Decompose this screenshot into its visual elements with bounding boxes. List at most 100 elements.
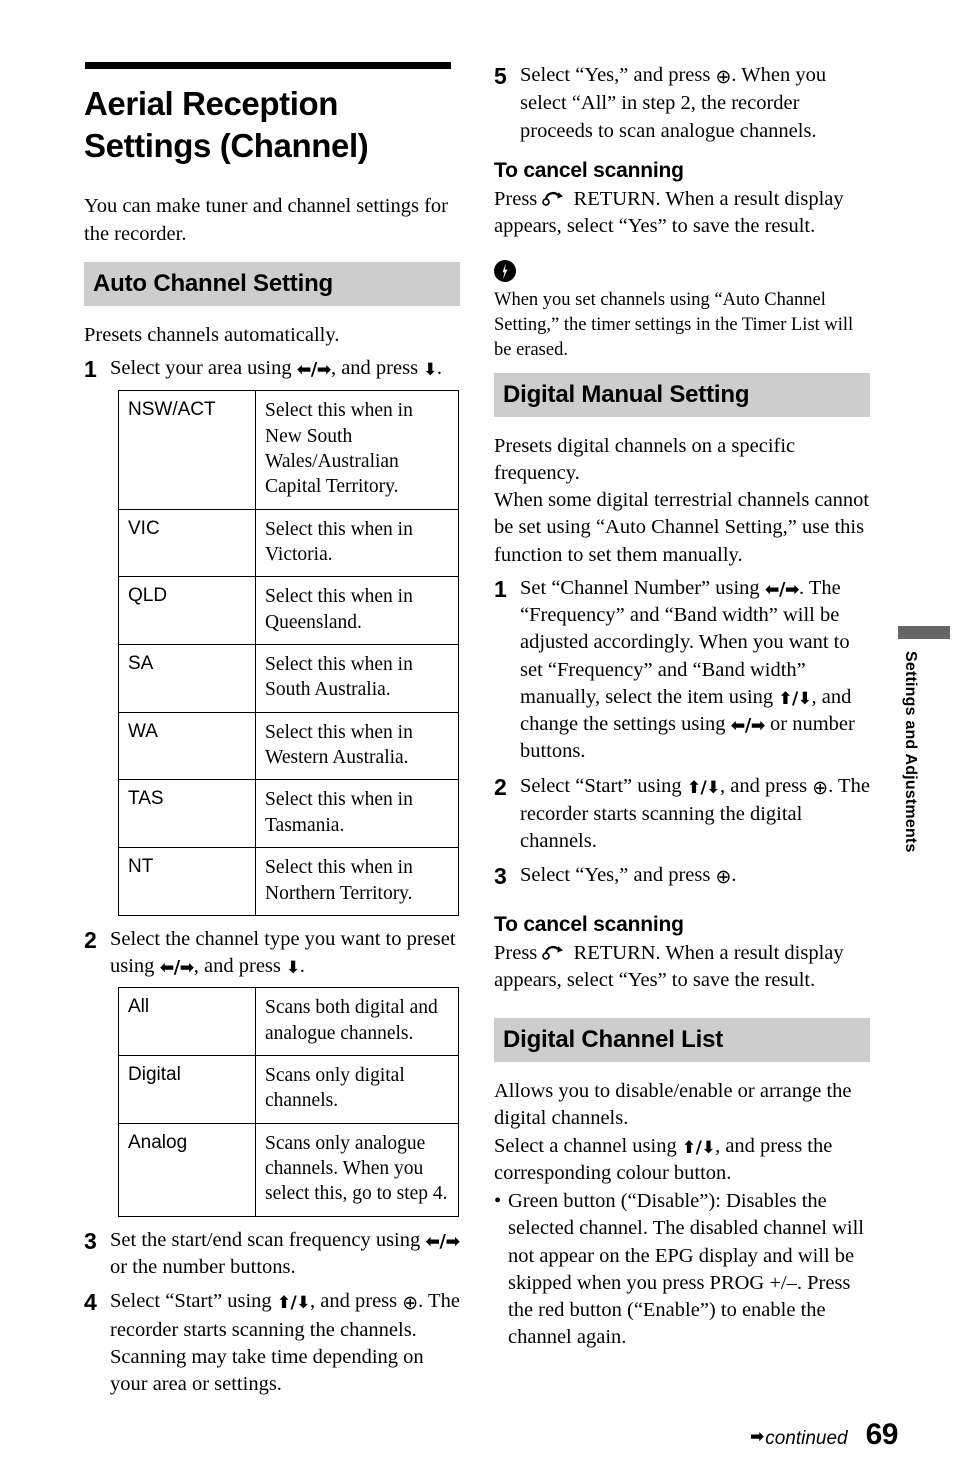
step-1: 1 Select your area using ⬅/➡, and press … [84,355,460,383]
dms-step-2: 2 Select “Start” using ⬆/⬇, and press ⊕.… [494,773,870,856]
arrow-up-down-icon: ⬆/⬇ [681,1137,716,1158]
intro-paragraph: You can make tuner and channel settings … [84,195,448,245]
arrow-up-down-icon: ⬆/⬇ [276,1293,311,1314]
step-1-text: Select your area using ⬅/➡, and press ⬇. [110,355,460,382]
manual-page: Aerial Reception Settings (Channel) You … [0,0,954,1483]
table-row: QLD Select this when in Queensland. [118,576,459,646]
area-value: Select this when in Western Australia. [255,711,459,781]
bullet-dot: • [494,1190,502,1213]
area-key: NT [118,847,256,916]
area-value: Select this when in New South Wales/Aust… [255,390,459,510]
arrow-down-icon: ⬇ [286,958,300,979]
table-row: VIC Select this when in Victoria. [118,508,459,578]
dms2-p1: Select “Start” using [520,774,687,797]
step-1-text-end: . [436,357,443,380]
enter-button-icon: ⊕ [402,1292,419,1315]
page-number: 69 [865,1418,899,1451]
step-1-text-before: Select your area using [110,357,297,380]
table-row: Digital Scans only digital channels. [118,1055,459,1124]
return-icon [542,191,568,207]
step-4-text-before: Select “Start” using [110,1290,277,1313]
note-block: When you set channels using “Auto Channe… [494,260,870,362]
cancel-text-before: Press [494,941,543,964]
cancel-scanning-text-2: Press RETURN. When a result display appe… [494,940,870,995]
arrow-down-icon: ⬇ [423,360,437,381]
left-column: Aerial Reception Settings (Channel) You … [84,62,460,1405]
section-heading-label: Digital Manual Setting [503,380,750,408]
area-value: Select this when in Northern Territory. [255,847,459,916]
section-heading-digital-channel-list: Digital Channel List [494,1018,870,1063]
step-3-text-before: Set the start/end scan frequency using [110,1228,426,1251]
auto-channel-intro: Presets channels automatically. [84,323,340,346]
step-4-number: 4 [84,1289,97,1316]
step-5: 5 Select “Yes,” and press ⊕. When you se… [494,62,870,145]
step-4-text-after: , and press [310,1290,403,1313]
dms3-p1: Select “Yes,” and press [520,864,716,887]
enter-button-icon: ⊕ [715,66,732,88]
arrow-up-down-icon: ⬆/⬇ [686,777,721,798]
step-2: 2 Select the channel type you want to pr… [84,926,460,981]
page-footer: ➡ continued 69 [0,1418,954,1452]
dms1-p1: Set “Channel Number” using [520,576,765,599]
step-3: 3 Set the start/end scan frequency using… [84,1227,460,1282]
channel-type-key: Digital [118,1055,256,1124]
side-tab-label: Settings and Adjustments [902,651,919,853]
table-row: Analog Scans only analogue channels. Whe… [118,1122,459,1217]
note-text: When you set channels using “Auto Channe… [494,290,854,360]
area-key: QLD [118,576,256,646]
title-rule [85,62,451,69]
step-2-number: 2 [84,926,97,953]
bullet-text: Green button (“Disable”): Disables the s… [508,1190,864,1349]
table-row: SA Select this when in South Australia. [118,644,459,713]
list-item: • Green button (“Disable”): Disables the… [494,1188,870,1352]
table-row: NT Select this when in Northern Territor… [118,847,459,916]
right-column: 5 Select “Yes,” and press ⊕. When you se… [494,62,870,1352]
digital-channel-list-intro: Allows you to disable/enable or arrange … [494,1080,852,1130]
arrow-left-right-icon: ⬅/➡ [764,579,800,600]
step-5-text: Select “Yes,” and press ⊕. When you sele… [520,62,870,145]
channel-type-key: Analog [118,1122,256,1217]
arrow-right-icon: ➡ [749,1427,765,1447]
channel-type-value: Scans both digital and analogue channels… [255,987,459,1057]
subheading-to-cancel-scanning-2: To cancel scanning [494,912,684,936]
subheading-to-cancel-scanning-1: To cancel scanning [494,158,684,182]
step-1-text-after: , and press [330,357,424,380]
return-icon [542,945,568,961]
step-2-text-end: . [299,955,305,978]
channel-type-table: All Scans both digital and analogue chan… [118,987,459,1217]
table-row: NSW/ACT Select this when in New South Wa… [118,390,459,510]
area-value: Select this when in Queensland. [255,576,459,646]
dms-step-2-number: 2 [494,773,507,800]
dms-step-1-text: Set “Channel Number” using ⬅/➡. The “Fre… [520,575,870,766]
area-key: NSW/ACT [118,390,256,510]
table-row: TAS Select this when in Tasmania. [118,779,459,849]
step-5-number: 5 [494,63,507,89]
area-value: Select this when in South Australia. [255,644,459,713]
area-value: Select this when in Tasmania. [255,779,459,849]
cancel-scanning-text-1: Press RETURN. When a result display appe… [494,186,870,241]
step-2-text-after: , and press [193,955,287,978]
step-3-number: 3 [84,1227,97,1254]
dms-step-1-number: 1 [494,575,507,602]
note-lightning-icon [494,260,516,283]
digital-channel-list-select: Select a channel using ⬆/⬇, and press th… [494,1133,870,1188]
arrow-left-right-icon: ⬅/➡ [159,958,195,979]
area-key: TAS [118,779,256,849]
page-title: Aerial Reception Settings (Channel) [84,85,369,165]
enter-button-icon: ⊕ [715,866,732,889]
area-key: WA [118,711,256,781]
dms3-p2: . [731,864,737,887]
dms-step-3: 3 Select “Yes,” and press ⊕. [494,862,870,890]
area-key: VIC [118,508,256,578]
section-heading-label: Digital Channel List [503,1026,724,1054]
table-row: All Scans both digital and analogue chan… [118,987,459,1057]
table-row: WA Select this when in Western Australia… [118,711,459,781]
arrow-up-down-icon: ⬆/⬇ [778,688,812,709]
step-4-text: Select “Start” using ⬆/⬇, and press ⊕. T… [110,1288,460,1398]
dms-step-2-text: Select “Start” using ⬆/⬇, and press ⊕. T… [520,773,870,856]
step-3-text: Set the start/end scan frequency using ⬅… [110,1227,460,1282]
section-heading-auto-channel-setting: Auto Channel Setting [84,261,460,306]
dms-step-3-text: Select “Yes,” and press ⊕. [520,862,870,890]
select-text-before: Select a channel using [494,1134,682,1157]
area-value: Select this when in Victoria. [255,508,459,578]
